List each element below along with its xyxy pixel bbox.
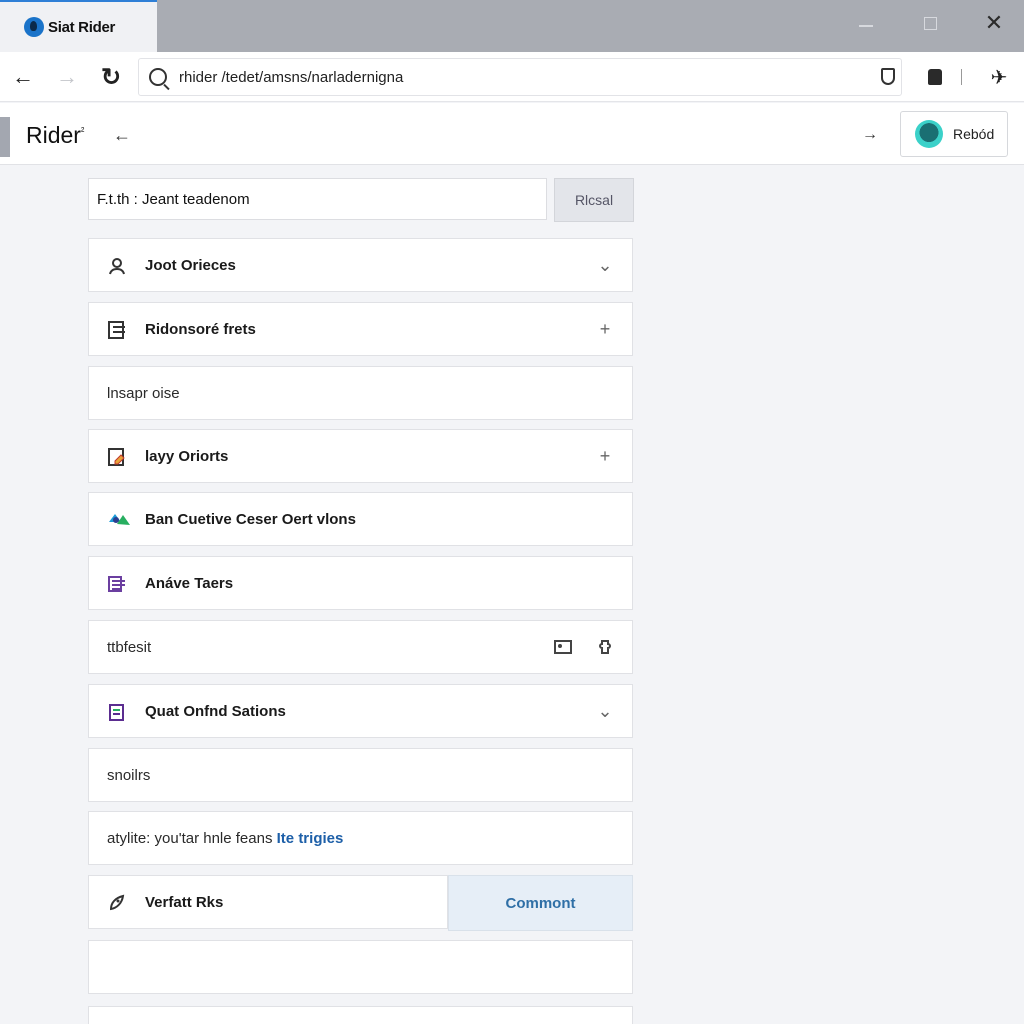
list-item-quat-onfnd-sations[interactable]: Quat Onfnd Sations ⌄ (88, 684, 633, 738)
list-item-joot-orieces[interactable]: Joot Orieces ⌄ (88, 238, 633, 292)
plus-icon[interactable]: + (594, 444, 616, 468)
list-item-snoilrs[interactable]: snoilrs (88, 748, 633, 802)
list-item-empty-partial[interactable] (88, 1006, 633, 1024)
list-item-label: Anáve Taers (145, 575, 234, 592)
arrow-left-icon: ← (12, 64, 34, 89)
extension-button[interactable] (922, 62, 948, 92)
list-item-label: layy Oriorts (145, 448, 229, 465)
list-item-ridonsore-frets[interactable]: Ridonsoré frets + (88, 302, 633, 356)
avatar (915, 120, 943, 148)
list-icon (107, 574, 127, 594)
list-item-label: Verfatt Rks (145, 894, 224, 911)
close-icon: ✕ (984, 10, 1004, 35)
header-forward-button[interactable]: → (856, 121, 884, 149)
plus-icon[interactable]: + (594, 317, 616, 341)
address-bar[interactable]: rhider /tedet/amsns/narladernigna (138, 58, 902, 96)
header-accent-bar (0, 117, 10, 157)
search-button[interactable]: Rlcsal (554, 178, 634, 222)
app-header: Rider² ← → Rebód (0, 103, 1024, 165)
list-item-label: ttbfesit (107, 639, 152, 656)
url-text: rhider /tedet/amsns/narladernigna (179, 68, 404, 86)
title-bar: Siat Rider ✕ (0, 0, 1024, 52)
list-item-lnsapr-oise[interactable]: lnsapr oise (88, 366, 633, 420)
header-back-button[interactable]: ← (108, 121, 136, 149)
colorful-tag-icon (107, 510, 130, 530)
calendar-icon (107, 702, 127, 722)
close-button[interactable]: ✕ (976, 8, 1012, 38)
profile-button[interactable]: Rebód (900, 111, 1008, 157)
list-item-label: Ban Cuetive Ceser Oert vlons (145, 511, 356, 528)
list-item-atylite[interactable]: atylite: you'tar hnle feans Ite trigies (88, 811, 633, 865)
reload-icon: ↻ (100, 63, 122, 91)
list-item-label: Quat Onfnd Sations (145, 703, 286, 720)
comment-button[interactable]: Commont (448, 875, 633, 931)
list-item-empty[interactable] (88, 940, 633, 994)
arrow-right-icon: → (56, 64, 78, 89)
list-item-label: Ridonsoré frets (145, 321, 256, 338)
list-item-ban-cuetive[interactable]: Ban Cuetive Ceser Oert vlons (88, 492, 633, 546)
list-item-label: Joot Orieces (145, 257, 236, 274)
app-favicon-icon (24, 17, 44, 37)
tab-title: Siat Rider (48, 18, 116, 36)
search-input[interactable]: F.t.th : Jeant teadenom (88, 178, 547, 220)
app-title: Rider² (26, 122, 85, 148)
list-item-verfatt-rks[interactable]: Verfatt Rks (88, 875, 448, 929)
user-icon (107, 256, 127, 276)
share-icon: ✈ (990, 66, 1008, 89)
site-info-icon[interactable] (149, 68, 167, 86)
toolbar-divider (956, 62, 966, 92)
inline-link[interactable]: Ite trigies (277, 830, 344, 847)
layout-icon (107, 320, 127, 340)
maximize-icon (923, 16, 937, 30)
rocket-icon (107, 893, 127, 913)
maximize-button[interactable] (912, 8, 948, 38)
share-button[interactable]: ✈ (984, 62, 1014, 92)
reload-button[interactable]: ↻ (96, 62, 126, 92)
list-item-ttbfesit[interactable]: ttbfesit (88, 620, 633, 674)
forward-button[interactable]: → (52, 62, 82, 92)
list-item-label: lnsapr oise (107, 385, 180, 402)
list-item-label: atylite: you'tar hnle feans Ite trigies (107, 830, 344, 847)
list-item-anave-taers[interactable]: Anáve Taers (88, 556, 633, 610)
minimize-button[interactable] (848, 8, 884, 38)
chevron-down-icon[interactable]: ⌄ (594, 699, 616, 723)
back-button[interactable]: ← (8, 62, 38, 92)
arrow-right-icon: → (862, 126, 878, 143)
browser-tab[interactable]: Siat Rider (0, 0, 157, 52)
extension-icon (928, 69, 942, 85)
shield-icon[interactable] (881, 68, 895, 85)
arrow-left-icon: ← (113, 124, 131, 145)
image-icon[interactable] (552, 635, 574, 659)
navigation-bar: ← → ↻ rhider /tedet/amsns/narladernigna … (0, 52, 1024, 102)
puzzle-icon[interactable] (594, 635, 616, 659)
profile-label: Rebód (953, 126, 995, 142)
chevron-down-icon[interactable]: ⌄ (594, 253, 616, 277)
list-item-layy-oriorts[interactable]: layy Oriorts + (88, 429, 633, 483)
minimize-icon (859, 25, 873, 27)
list-item-label: snoilrs (107, 767, 151, 784)
edit-doc-icon (107, 447, 127, 467)
